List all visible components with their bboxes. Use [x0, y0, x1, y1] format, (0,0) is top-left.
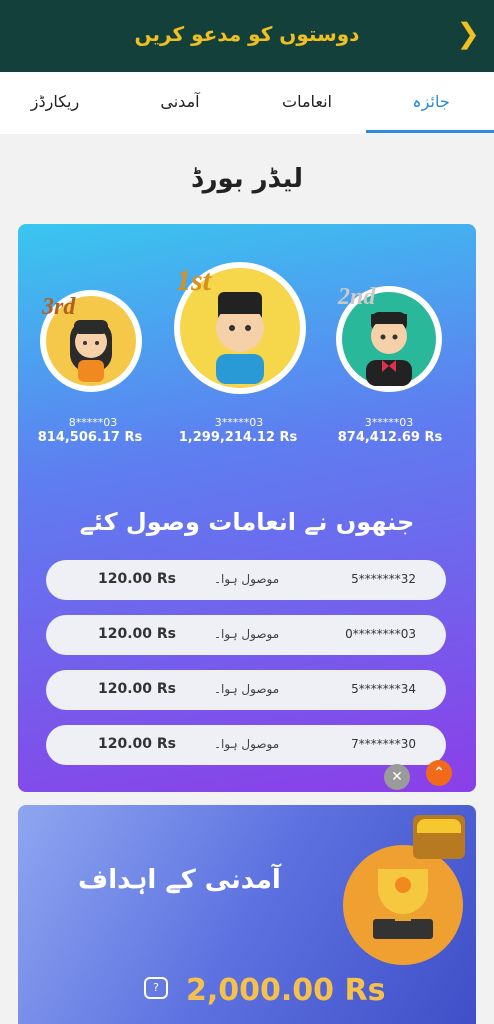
chat-help-icon[interactable]: ?: [144, 977, 168, 999]
rank-second-badge: 2nd: [338, 284, 376, 310]
income-goals-card: آمدنی کے اہداف ? 2,000.00 Rs: [18, 805, 476, 1024]
winner-row: 120.00 Rs موصول ہوا۔ 7*******30: [46, 725, 446, 765]
winner-status: موصول ہوا۔: [214, 627, 280, 641]
winner-phone: 5*******34: [351, 682, 416, 696]
income-goal-amount: 2,000.00 Rs: [186, 973, 386, 1008]
winner-phone: 0********03: [345, 627, 416, 641]
winner-row: 120.00 Rs موصول ہوا۔ 5*******34: [46, 670, 446, 710]
third-amount: 814,506.17 Rs: [37, 430, 143, 445]
tab-income[interactable]: آمدنی: [140, 92, 220, 111]
third-user-id: 8*****03: [68, 416, 118, 429]
scroll-up-icon[interactable]: ⌃: [426, 760, 452, 786]
second-user-id: 3*****03: [364, 416, 414, 429]
tab-bar: جائزہ انعامات آمدنی ریکارڈز: [0, 72, 494, 134]
winner-row: 120.00 Rs موصول ہوا۔ 5*******32: [46, 560, 446, 600]
winners-title: جنھوں نے انعامات وصول کئے: [79, 508, 415, 536]
winner-amount: 120.00 Rs: [98, 681, 177, 697]
second-amount: 874,412.69 Rs: [337, 430, 443, 445]
chevron-right-icon[interactable]: ❯: [457, 20, 480, 48]
winner-phone: 5*******32: [351, 572, 416, 586]
tab-overview[interactable]: جائزہ: [396, 92, 466, 111]
winner-status: موصول ہوا۔: [214, 737, 280, 751]
trophy-icon: [343, 845, 463, 965]
tab-rewards[interactable]: انعامات: [262, 92, 352, 111]
income-goals-title: آمدنی کے اہداف: [78, 865, 281, 895]
treasure-chest-icon: [413, 815, 465, 859]
rank-first-badge: 1st: [176, 264, 212, 297]
first-amount: 1,299,214.12 Rs: [178, 430, 298, 445]
winner-phone: 7*******30: [351, 737, 416, 751]
leaderboard-title: لیڈر بورڈ: [190, 164, 304, 194]
winner-amount: 120.00 Rs: [98, 736, 177, 752]
first-user-id: 3*****03: [214, 416, 264, 429]
leaderboard-card: 3rd 1st 2nd 8*****03 814,506.17 Rs 3****…: [18, 224, 476, 792]
active-tab-indicator: [366, 130, 494, 133]
top-bar: دوستوں کو مدعو کریں ❯: [0, 0, 494, 72]
winner-status: موصول ہوا۔: [214, 682, 280, 696]
winner-amount: 120.00 Rs: [98, 626, 177, 642]
rank-third-badge: 3rd: [42, 294, 76, 320]
close-icon[interactable]: ✕: [384, 764, 410, 790]
winner-status: موصول ہوا۔: [214, 572, 280, 586]
winner-row: 120.00 Rs موصول ہوا۔ 0********03: [46, 615, 446, 655]
invite-friends-title: دوستوں کو مدعو کریں: [134, 22, 360, 46]
tab-records[interactable]: ریکارڈز: [10, 92, 100, 111]
winner-amount: 120.00 Rs: [98, 571, 177, 587]
